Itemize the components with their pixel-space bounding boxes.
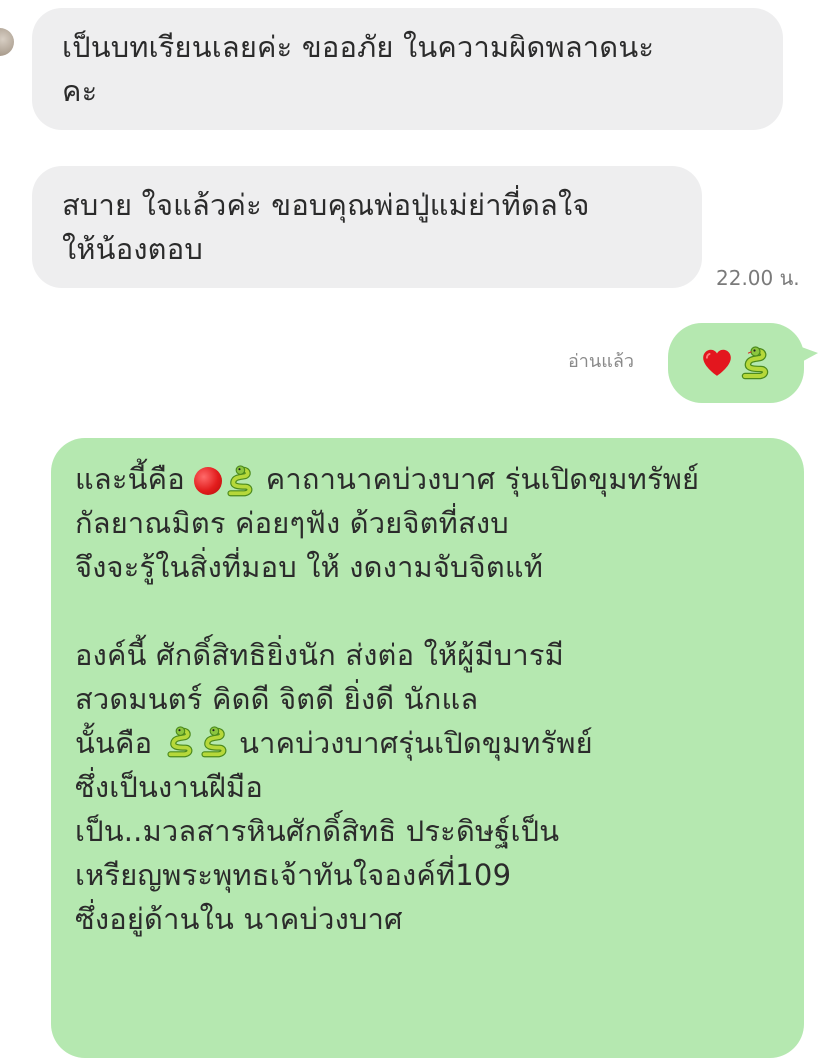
- emoji-group: [162, 725, 230, 759]
- outgoing-message-bubble[interactable]: [668, 323, 818, 403]
- chat-view[interactable]: เป็นบทเรียนเลยค่ะ ขออภัย ในความผิดพลาดนะ…: [0, 0, 821, 1058]
- message-text: กัลยาณมิตร ค่อยๆฟัง ด้วยจิตที่สงบ: [75, 506, 509, 540]
- message-text: ซึ่งเป็นงานฝีมือ: [75, 770, 263, 804]
- sender-avatar[interactable]: [0, 28, 14, 56]
- message-line: และนี้คือ คาถานาคบ่วงบาศ รุ่นเปิดขุมทรัพ…: [75, 458, 780, 502]
- message-text: และนี้คือ: [75, 462, 185, 496]
- message-timestamp: 22.00 น.: [716, 266, 800, 290]
- message-text: คะ: [62, 74, 98, 108]
- message-text: จึงจะรู้ในสิ่งที่มอบ ให้ งดงามจับจิตแท้: [75, 550, 544, 584]
- red-circle-icon: [194, 467, 223, 495]
- message-text: เป็น..มวลสารหินศักดิ์สิทธิ ประดิษฐ์เป็น: [75, 814, 560, 848]
- message-text: สบาย ใจแล้วค่ะ ขอบคุณพ่อปู่แม่ย่าที่ดลใจ: [62, 188, 590, 222]
- message-text: นาคบ่วงบาศรุ่นเปิดขุมทรัพย์: [239, 726, 593, 760]
- snake-icon: [741, 346, 769, 380]
- message-text: องค์นี้ ศักดิ์สิทธิยิ่งนัก ส่งต่อ ให้ผู้…: [75, 638, 564, 672]
- incoming-message-bubble[interactable]: สบาย ใจแล้วค่ะ ขอบคุณพ่อปู่แม่ย่าที่ดลใจ…: [32, 166, 702, 288]
- message-text: เป็นบทเรียนเลยค่ะ ขออภัย ในความผิดพลาดนะ: [62, 30, 655, 64]
- snake-icon: [201, 726, 227, 758]
- message-text: ซึ่งอยู่ด้านใน นาคบ่วงบาศ: [75, 902, 403, 936]
- incoming-message-bubble[interactable]: เป็นบทเรียนเลยค่ะ ขออภัย ในความผิดพลาดนะ…: [32, 8, 783, 130]
- snake-icon: [227, 465, 253, 497]
- snake-icon: [167, 726, 193, 758]
- message-text: เหรียญพระพุทธเจ้าทันใจองค์ที่109: [75, 858, 512, 892]
- message-text: สวดมนตร์ คิดดี จิตดี ยิ่งดี นักแล: [75, 682, 479, 716]
- message-text: คาถานาคบ่วงบาศ รุ่นเปิดขุมทรัพย์: [265, 462, 700, 496]
- read-receipt: อ่านแล้ว: [568, 351, 634, 372]
- outgoing-message-bubble[interactable]: และนี้คือ คาถานาคบ่วงบาศ รุ่นเปิดขุมทรัพ…: [51, 438, 804, 1058]
- message-line: นั้นคือ นาคบ่วงบาศรุ่นเปิดขุมทรัพย์: [75, 722, 780, 766]
- heart-icon: [703, 349, 731, 376]
- emoji-group: [194, 464, 256, 498]
- message-text: ให้น้องตอบ: [62, 232, 203, 266]
- message-text: นั้นคือ: [75, 726, 162, 760]
- bubble-tail: [796, 345, 818, 365]
